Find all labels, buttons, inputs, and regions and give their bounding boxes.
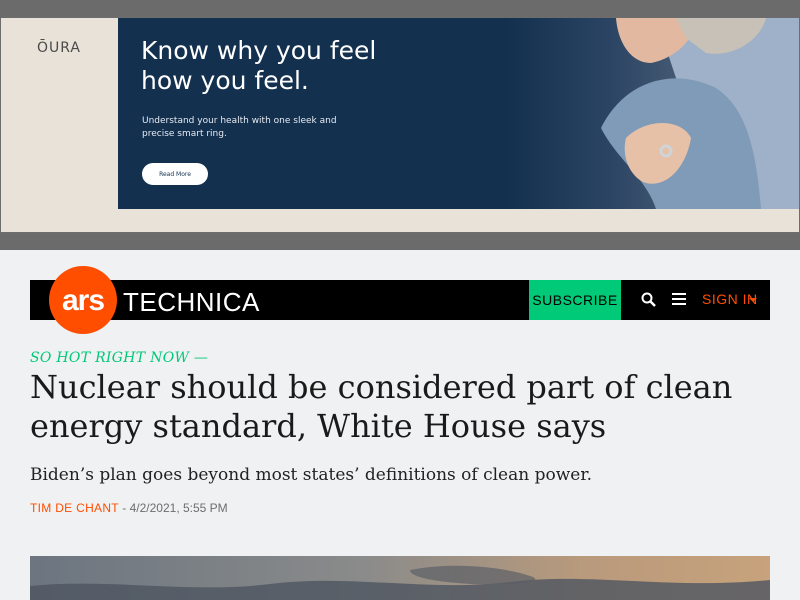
author-link[interactable]: TIM DE CHANT — [30, 501, 119, 515]
byline-separator: - — [118, 501, 130, 515]
article-hero-image — [30, 556, 770, 600]
ad-brand-logo: ŌURA — [37, 40, 82, 56]
technica-logo-text[interactable]: TECHNICA — [123, 287, 260, 318]
chevron-down-icon[interactable] — [749, 298, 757, 302]
byline: TIM DE CHANT - 4/2/2021, 5:55 PM — [30, 501, 228, 515]
advertisement[interactable]: ŌURA Know why you feel how you feel. Und… — [0, 17, 800, 233]
subscribe-button[interactable]: SUBSCRIBE — [529, 280, 621, 320]
ad-read-more-button[interactable]: Read More — [142, 163, 208, 185]
ad-photo — [506, 18, 799, 209]
ad-headline: Know why you feel how you feel. — [141, 36, 377, 95]
site-header: ars TECHNICA SUBSCRIBE SIGN IN — [30, 266, 770, 334]
search-icon[interactable] — [641, 292, 657, 308]
article-headline: Nuclear should be considered part of cle… — [30, 368, 733, 445]
article-kicker: SO HOT RIGHT NOW — — [30, 350, 209, 366]
hamburger-icon[interactable] — [672, 293, 686, 307]
ad-band: ŌURA Know why you feel how you feel. Und… — [0, 0, 800, 250]
ad-panel: Know why you feel how you feel. Understa… — [118, 18, 799, 209]
publish-date: 4/2/2021, 5:55 PM — [129, 501, 228, 515]
ad-body-text: Understand your health with one sleek an… — [142, 116, 337, 139]
article-dek: Biden’s plan goes beyond most states’ de… — [30, 465, 592, 485]
ars-logo[interactable]: ars — [49, 266, 117, 334]
